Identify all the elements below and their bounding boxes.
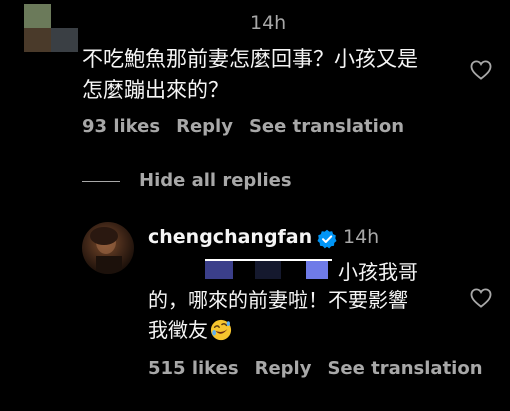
reply-text-segment: 我徵友 <box>148 318 208 342</box>
avatar-pixel <box>24 28 51 52</box>
commenter-avatar[interactable] <box>24 4 78 52</box>
replies-divider <box>82 181 120 182</box>
reply-timestamp: 14h <box>343 226 380 248</box>
avatar-pixel <box>24 4 51 28</box>
see-translation-button[interactable]: See translation <box>249 116 404 137</box>
comment-actions: 93 likes Reply See translation <box>82 116 420 137</box>
reply-text-line: 我徵友 <box>148 314 232 343</box>
comment-timestamp: 14h <box>250 12 287 34</box>
reply-button[interactable]: Reply <box>255 358 312 379</box>
redaction-block <box>306 259 328 279</box>
likes-count[interactable]: 93 likes <box>82 116 160 137</box>
see-translation-button[interactable]: See translation <box>327 358 482 379</box>
likes-count[interactable]: 515 likes <box>148 358 239 379</box>
comment-text-line: 不吃鮑魚那前妻怎麼回事？小孩又是 <box>82 47 418 71</box>
hide-replies-button[interactable]: Hide all replies <box>139 170 292 191</box>
like-heart-icon[interactable] <box>470 60 492 80</box>
reply-avatar[interactable] <box>82 222 134 274</box>
redaction-block <box>255 259 281 279</box>
rolling-on-floor-laughing-emoji-icon <box>210 319 232 341</box>
comment-text-line: 怎麼蹦出來的？ <box>82 78 229 102</box>
comment-text: 不吃鮑魚那前妻怎麼回事？小孩又是 怎麼蹦出來的？ <box>82 44 462 106</box>
reply-text-line: 小孩我哥 <box>338 260 418 284</box>
reply-username[interactable]: chengchangfan <box>148 226 312 248</box>
avatar-portrait <box>90 227 122 274</box>
reply-actions: 515 likes Reply See translation <box>148 358 499 379</box>
reply-button[interactable]: Reply <box>176 116 233 137</box>
verified-badge-icon <box>317 229 337 249</box>
like-heart-icon[interactable] <box>470 288 492 308</box>
avatar-pixel <box>51 28 78 52</box>
reply-text-line: 的，哪來的前妻啦！不要影響 <box>148 288 408 312</box>
redaction-line <box>205 259 332 261</box>
avatar-pixel <box>51 4 78 28</box>
redaction-block <box>205 259 233 279</box>
